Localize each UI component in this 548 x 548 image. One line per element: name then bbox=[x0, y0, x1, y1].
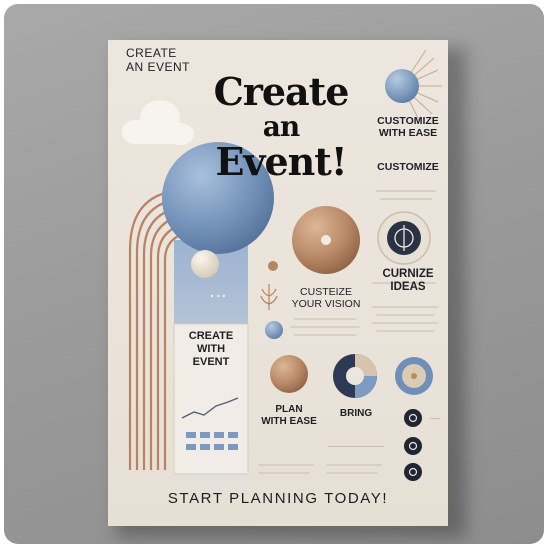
card-heading: CREATE WITH EVENT bbox=[176, 330, 246, 369]
plan-heading-line-1: PLAN bbox=[275, 404, 303, 415]
tan-sphere-2 bbox=[270, 355, 308, 393]
side-heading-1: CUSTOMIZE WITH EASE bbox=[370, 115, 446, 139]
bring-heading: BRING bbox=[339, 408, 373, 419]
event-poster: CREATE AN EVENT Create an Event! CUSTOMI… bbox=[108, 40, 448, 526]
mid-heading: CUSTEIZE YOUR VISION bbox=[280, 286, 372, 310]
side-heading-2: CUSTOMIZE bbox=[377, 161, 439, 173]
leaf-sprig-icon bbox=[260, 284, 278, 310]
small-blue-ball bbox=[265, 321, 283, 339]
pie-chart-icon bbox=[333, 354, 377, 398]
headline: Create an Event! bbox=[174, 72, 388, 182]
corner-title-line-1: CREATE bbox=[126, 46, 177, 60]
side-heading-3: CURNIZE IDEAS bbox=[370, 268, 446, 294]
side-heading-3-line-1: CURNIZE bbox=[382, 268, 434, 280]
mid-heading-line-1: CUSTEIZE bbox=[300, 286, 352, 298]
side-heading-3-line-2: IDEAS bbox=[390, 281, 426, 293]
card-heading-line-1: CREATE bbox=[188, 330, 234, 342]
plan-heading-line-2: WITH EASE bbox=[261, 416, 317, 427]
list-icons bbox=[404, 409, 422, 481]
headline-line-2: an bbox=[262, 110, 301, 143]
headline-line-1: Create bbox=[213, 69, 350, 114]
corner-title: CREATE AN EVENT bbox=[126, 46, 206, 74]
side-heading-1-line-1: CUSTOMIZE bbox=[377, 115, 439, 127]
footer-cta: START PLANNING TODAY! bbox=[167, 490, 389, 507]
frame-background: CREATE AN EVENT Create an Event! CUSTOMI… bbox=[4, 4, 544, 544]
cream-sphere bbox=[191, 250, 219, 278]
side-heading-1-line-2: WITH EASE bbox=[378, 127, 438, 139]
card-heading-line-2: WITH bbox=[196, 343, 226, 355]
mid-heading-line-2: YOUR VISION bbox=[291, 298, 361, 310]
plan-heading: PLAN WITH EASE bbox=[254, 404, 324, 428]
headline-line-3: Event! bbox=[215, 139, 347, 184]
sun-sphere bbox=[385, 69, 419, 103]
card-heading-line-3: EVENT bbox=[192, 356, 230, 368]
